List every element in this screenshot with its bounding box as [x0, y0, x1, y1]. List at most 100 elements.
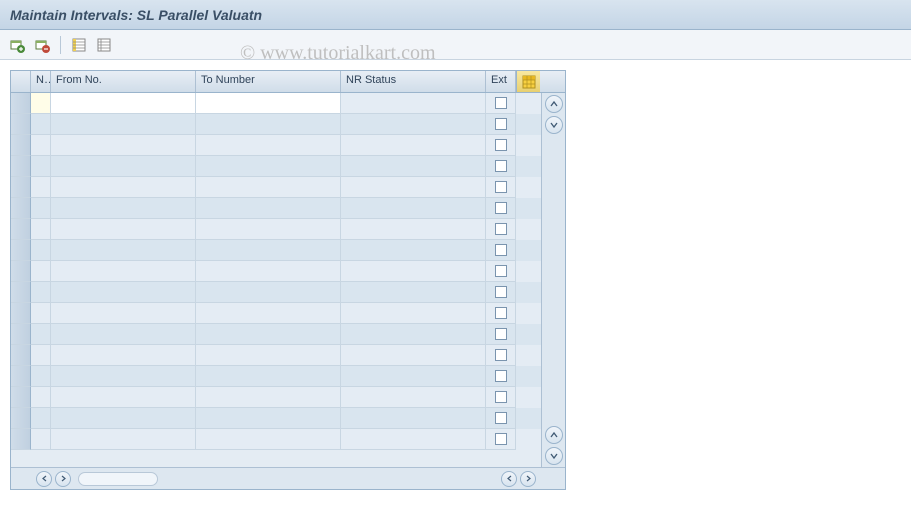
- row-selector[interactable]: [11, 93, 31, 114]
- col-nr[interactable]: NR Status: [341, 71, 486, 92]
- cell-nr: [341, 387, 486, 408]
- ext-checkbox[interactable]: [495, 223, 507, 235]
- row-selector[interactable]: [11, 135, 31, 156]
- scroll-step-up-button[interactable]: [545, 426, 563, 444]
- ext-checkbox[interactable]: [495, 202, 507, 214]
- cell-n: [31, 366, 51, 387]
- ext-checkbox[interactable]: [495, 181, 507, 193]
- delete-line-button[interactable]: [31, 34, 53, 56]
- scroll-step-right-button[interactable]: [55, 471, 71, 487]
- ext-checkbox[interactable]: [495, 244, 507, 256]
- cell-from: [51, 303, 196, 324]
- ext-checkbox[interactable]: [495, 307, 507, 319]
- cell-from: [51, 177, 196, 198]
- cell-from: [51, 261, 196, 282]
- row-selector[interactable]: [11, 282, 31, 303]
- row-selector[interactable]: [11, 303, 31, 324]
- cell-from: [51, 282, 196, 303]
- cell-from: [51, 366, 196, 387]
- cell-from: [51, 93, 196, 114]
- row-selector[interactable]: [11, 219, 31, 240]
- row-selector[interactable]: [11, 177, 31, 198]
- table-row: [11, 114, 541, 135]
- scroll-up-button[interactable]: [545, 95, 563, 113]
- cell-n: [31, 114, 51, 135]
- cell-from: [51, 114, 196, 135]
- hscroll-track[interactable]: [78, 472, 158, 486]
- row-selector[interactable]: [11, 345, 31, 366]
- chevron-down-icon: [550, 121, 558, 129]
- ext-checkbox[interactable]: [495, 370, 507, 382]
- select-all-button[interactable]: [68, 34, 90, 56]
- ext-checkbox[interactable]: [495, 265, 507, 277]
- row-selector[interactable]: [11, 114, 31, 135]
- toolbar: [0, 30, 911, 60]
- col-to[interactable]: To Number: [196, 71, 341, 92]
- cell-ext: [486, 303, 516, 324]
- ext-checkbox[interactable]: [495, 349, 507, 361]
- row-selector[interactable]: [11, 429, 31, 450]
- ext-checkbox[interactable]: [495, 433, 507, 445]
- cell-n: [31, 177, 51, 198]
- cell-ext: [486, 240, 516, 261]
- cell-from: [51, 240, 196, 261]
- cell-ext: [486, 282, 516, 303]
- ext-checkbox[interactable]: [495, 412, 507, 424]
- row-selector[interactable]: [11, 366, 31, 387]
- cell-ext: [486, 114, 516, 135]
- n-input[interactable]: [31, 93, 50, 113]
- row-selector[interactable]: [11, 408, 31, 429]
- scroll-down-button[interactable]: [545, 447, 563, 465]
- vertical-scrollbar[interactable]: [541, 93, 565, 467]
- cell-from: [51, 198, 196, 219]
- row-selector[interactable]: [11, 261, 31, 282]
- toolbar-separator: [60, 36, 61, 54]
- from-input[interactable]: [51, 93, 195, 113]
- cell-to: [196, 114, 341, 135]
- row-selector[interactable]: [11, 198, 31, 219]
- col-selector[interactable]: [11, 71, 31, 92]
- cell-n: [31, 345, 51, 366]
- table-config-icon: [522, 75, 536, 89]
- table-row: [11, 387, 541, 408]
- ext-checkbox[interactable]: [495, 118, 507, 130]
- to-input[interactable]: [196, 93, 340, 113]
- scroll-step-down-button[interactable]: [545, 116, 563, 134]
- ext-checkbox[interactable]: [495, 160, 507, 172]
- ext-checkbox[interactable]: [495, 286, 507, 298]
- scroll-right-button[interactable]: [520, 471, 536, 487]
- cell-nr: [341, 366, 486, 387]
- cell-nr: [341, 114, 486, 135]
- cell-from: [51, 408, 196, 429]
- col-ext[interactable]: Ext: [486, 71, 516, 92]
- col-from[interactable]: From No.: [51, 71, 196, 92]
- row-selector[interactable]: [11, 324, 31, 345]
- cell-from: [51, 429, 196, 450]
- horizontal-scrollbar[interactable]: [11, 467, 565, 489]
- row-selector[interactable]: [11, 240, 31, 261]
- cell-nr: [341, 261, 486, 282]
- content-area: N.. From No. To Number NR Status Ext: [0, 60, 911, 500]
- scroll-step-left-button[interactable]: [501, 471, 517, 487]
- cell-ext: [486, 408, 516, 429]
- col-n[interactable]: N..: [31, 71, 51, 92]
- cell-to: [196, 135, 341, 156]
- insert-line-button[interactable]: [6, 34, 28, 56]
- ext-checkbox[interactable]: [495, 97, 507, 109]
- cell-to: [196, 366, 341, 387]
- ext-checkbox[interactable]: [495, 328, 507, 340]
- scroll-left-button[interactable]: [36, 471, 52, 487]
- select-all-icon: [71, 37, 87, 53]
- deselect-all-button[interactable]: [93, 34, 115, 56]
- table-row: [11, 345, 541, 366]
- cell-n: [31, 408, 51, 429]
- row-selector[interactable]: [11, 156, 31, 177]
- ext-checkbox[interactable]: [495, 391, 507, 403]
- ext-checkbox[interactable]: [495, 139, 507, 151]
- table-row: [11, 408, 541, 429]
- cell-n: [31, 429, 51, 450]
- table-config-button[interactable]: [516, 71, 540, 92]
- cell-ext: [486, 429, 516, 450]
- row-selector[interactable]: [11, 387, 31, 408]
- table-row: [11, 177, 541, 198]
